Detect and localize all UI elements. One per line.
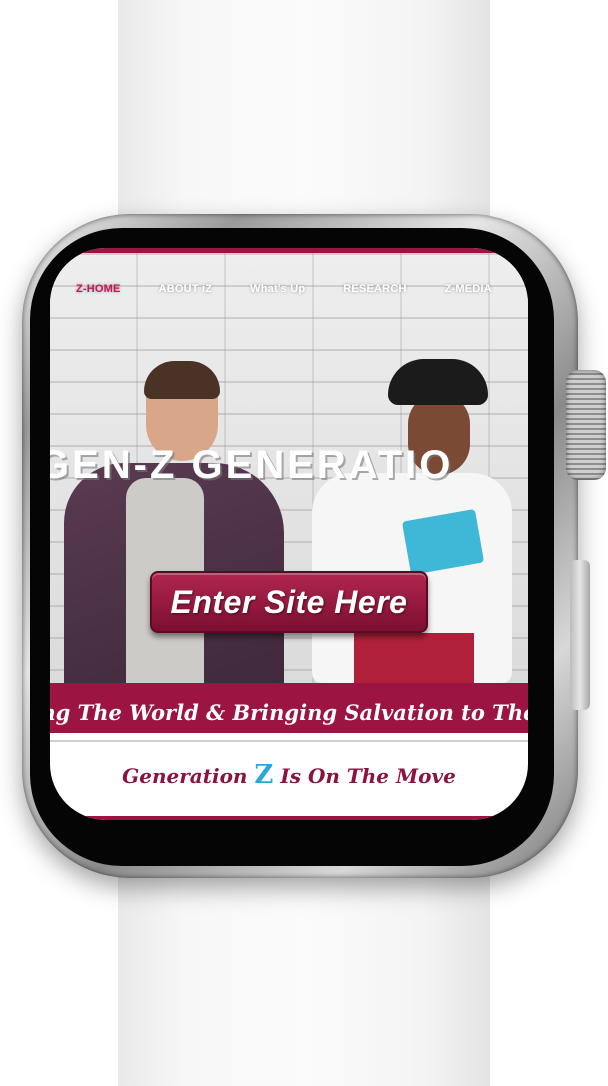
nav-item-about[interactable]: ABOUT iZ	[159, 283, 213, 295]
enter-site-button[interactable]: Enter Site Here	[150, 571, 428, 633]
main-nav: Z-HOME ABOUT iZ What's Up RESEARCH Z-MED…	[50, 277, 528, 301]
hero-person-right-hat	[388, 359, 488, 405]
tagline-after: Is On The Move	[273, 764, 456, 788]
nav-item-z-home[interactable]: Z-HOME	[76, 283, 121, 295]
digital-crown	[566, 370, 606, 480]
section-divider	[50, 740, 528, 742]
enter-site-label: Enter Site Here	[170, 583, 408, 620]
tagline-before: Generation	[122, 764, 255, 788]
side-button	[570, 560, 590, 710]
bottom-accent-bar	[50, 816, 528, 820]
nav-item-research[interactable]: RESEARCH	[343, 283, 406, 295]
hero-section: Z-HOME ABOUT iZ What's Up RESEARCH Z-MED…	[50, 253, 528, 733]
watch-screen: Z-HOME ABOUT iZ What's Up RESEARCH Z-MED…	[50, 248, 528, 820]
tagline-z-logo: Z	[254, 760, 274, 790]
mission-banner-text: pacting The World & Bringing Salvation t…	[50, 699, 528, 725]
nav-item-z-media[interactable]: Z-MEDIA	[445, 283, 492, 295]
nav-item-whats-up[interactable]: What's Up	[250, 283, 305, 295]
hero-title: GEN-Z GENERATIO	[50, 443, 454, 487]
tagline: Generation Z Is On The Move	[50, 760, 528, 790]
mission-banner: pacting The World & Bringing Salvation t…	[50, 683, 528, 733]
hero-person-left-hair	[144, 361, 220, 399]
